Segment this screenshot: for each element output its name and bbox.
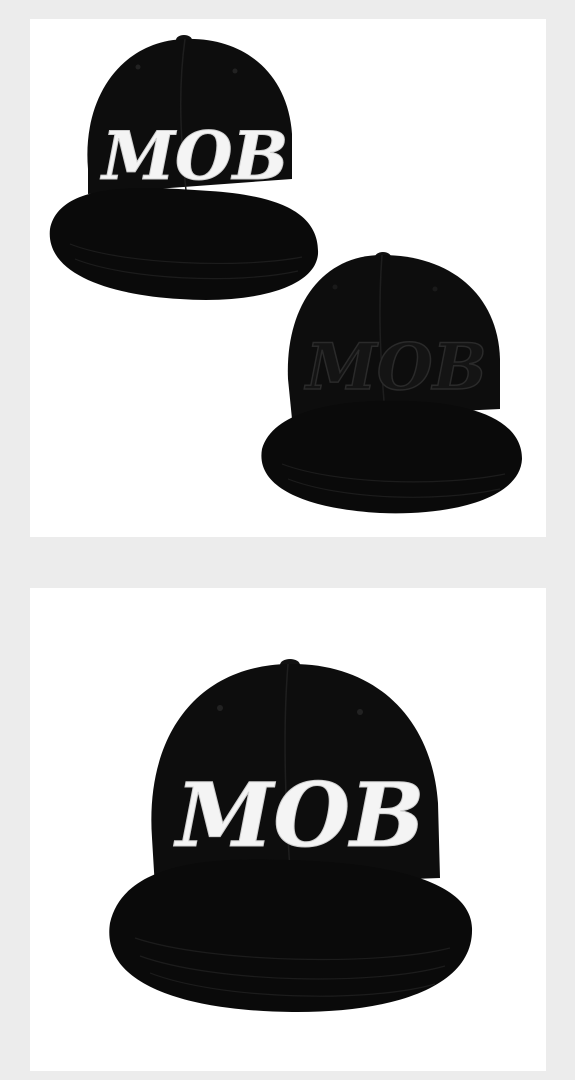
cap-white-logo-front: MOB (109, 659, 473, 1013)
cap-photo-front: MOB (109, 659, 473, 1013)
embroidery-logo: MOB (173, 763, 424, 867)
cap-black-logo: MOB (261, 252, 522, 514)
gallery-image-2[interactable]: MOB (30, 588, 546, 1071)
cap-photo-pair: MOB MOB (49, 35, 522, 514)
product-image-gallery: MOB MOB MOB (0, 0, 575, 1080)
cap-white-logo: MOB (49, 35, 319, 300)
embroidery-logo: MOB (304, 330, 487, 405)
embroidery-logo: MOB (100, 117, 288, 195)
gallery-image-1[interactable]: MOB MOB (30, 19, 546, 537)
